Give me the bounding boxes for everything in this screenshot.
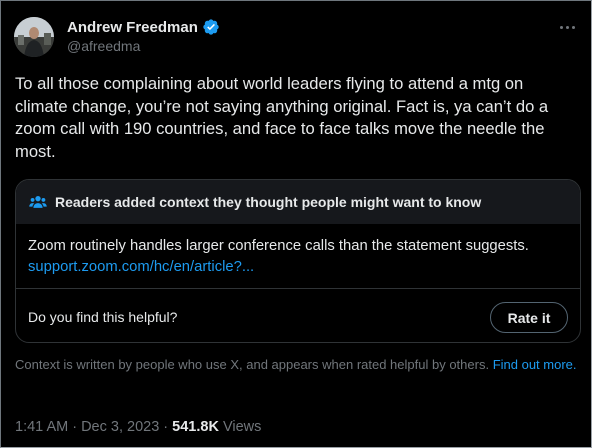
helpful-question: Do you find this helpful? bbox=[28, 309, 178, 325]
author-avatar[interactable] bbox=[14, 17, 54, 57]
community-note-title: Readers added context they thought peopl… bbox=[55, 194, 482, 210]
timestamp[interactable]: 1:41 AM · Dec 3, 2023 · bbox=[15, 419, 172, 435]
context-footer: Context is written by people who use X, … bbox=[15, 357, 581, 373]
views-count: 541.8K bbox=[172, 419, 219, 435]
community-note: Readers added context they thought peopl… bbox=[15, 179, 581, 343]
find-out-more-link[interactable]: Find out more. bbox=[493, 357, 577, 372]
verified-badge-icon bbox=[202, 18, 220, 36]
community-note-header[interactable]: Readers added context they thought peopl… bbox=[16, 180, 580, 224]
community-note-body: Zoom routinely handles larger conference… bbox=[28, 236, 568, 278]
rate-it-button[interactable]: Rate it bbox=[490, 302, 568, 333]
divider bbox=[16, 288, 580, 289]
context-footer-text: Context is written by people who use X, … bbox=[15, 357, 490, 372]
tweet-text: To all those complaining about world lea… bbox=[15, 74, 549, 161]
author-name[interactable]: Andrew Freedman bbox=[67, 19, 198, 36]
community-note-text: Zoom routinely handles larger conference… bbox=[28, 238, 529, 254]
author-name-row: Andrew Freedman bbox=[67, 17, 220, 37]
tweet-meta: 1:41 AM · Dec 3, 2023 · 541.8K Views bbox=[15, 419, 261, 435]
tweet-card: Andrew Freedman @afreedma To all those c… bbox=[0, 0, 592, 448]
people-icon bbox=[28, 192, 48, 212]
profile-photo bbox=[14, 17, 54, 57]
more-horizontal-icon[interactable] bbox=[555, 15, 579, 39]
author-handle[interactable]: @afreedma bbox=[67, 38, 140, 54]
views-label: Views bbox=[218, 419, 262, 435]
community-note-source-link[interactable]: support.zoom.com/hc/en/article?... bbox=[28, 257, 568, 278]
